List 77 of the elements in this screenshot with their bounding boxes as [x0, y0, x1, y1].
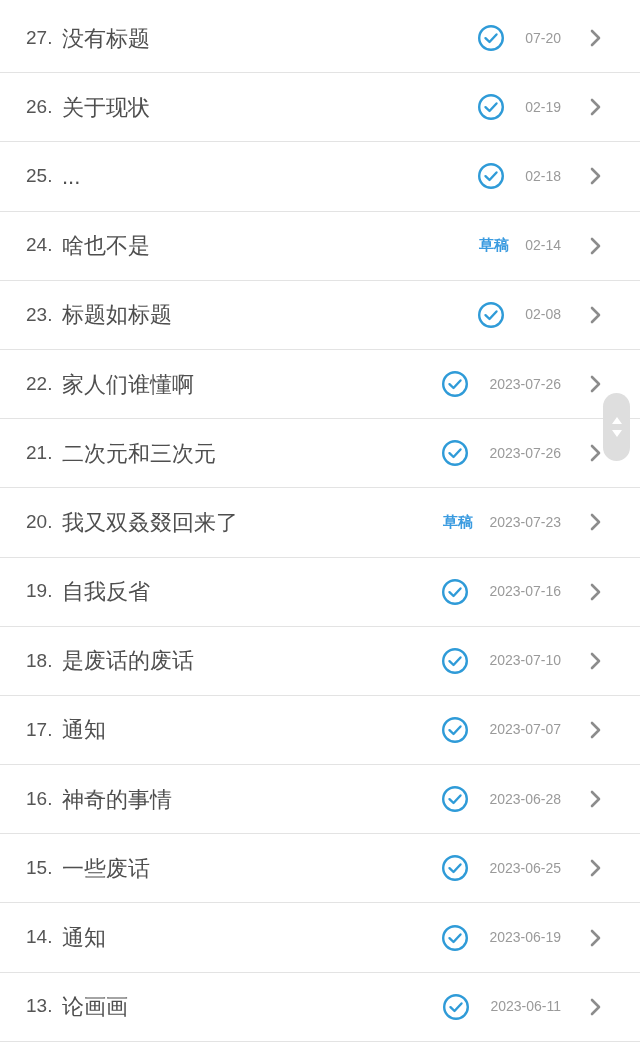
- check-circle-icon: [442, 578, 469, 605]
- draft-label: 草稿: [443, 512, 474, 533]
- chevron-right-icon[interactable]: [590, 720, 601, 739]
- chevron-right-icon[interactable]: [590, 513, 601, 532]
- article-title: 通知: [62, 924, 107, 953]
- date-text: 2023-07-10: [489, 651, 561, 671]
- chevron-right-icon[interactable]: [590, 375, 601, 394]
- article-title: 神奇的事情: [62, 785, 173, 814]
- article-title: 是废话的废话: [62, 647, 195, 676]
- check-circle-icon: [478, 25, 505, 52]
- item-number: 21.: [26, 440, 54, 465]
- chevron-right-icon[interactable]: [590, 29, 601, 48]
- date-text: 2023-06-28: [489, 789, 561, 809]
- check-circle-icon: [442, 647, 469, 674]
- article-title: 一些废话: [62, 854, 151, 883]
- check-circle-icon: [442, 855, 469, 882]
- item-number: 13.: [26, 994, 54, 1019]
- article-title: 自我反省: [62, 578, 151, 607]
- check-circle-icon: [478, 163, 505, 190]
- chevron-right-icon[interactable]: [590, 651, 601, 670]
- check-circle-icon: [442, 786, 469, 813]
- date-text: 07-20: [525, 28, 561, 48]
- check-circle-icon: [442, 924, 469, 951]
- date-text: 2023-07-07: [489, 720, 561, 740]
- item-number: 19.: [26, 579, 54, 604]
- item-number: 20.: [26, 510, 54, 535]
- item-number: 18.: [26, 648, 54, 673]
- article-title: 关于现状: [62, 93, 151, 122]
- article-title: 标题如标题: [62, 301, 173, 330]
- date-text: 2023-06-25: [489, 858, 561, 878]
- check-circle-icon: [442, 371, 469, 398]
- chevron-right-icon[interactable]: [590, 997, 601, 1016]
- up-down-arrows-icon: [611, 417, 622, 437]
- date-text: 2023-07-23: [489, 512, 561, 532]
- date-text: 02-18: [525, 166, 561, 186]
- date-text: 2023-07-26: [489, 374, 561, 394]
- scroll-handle[interactable]: [603, 393, 630, 461]
- date-text: 02-14: [525, 236, 561, 256]
- item-number: 26.: [26, 95, 54, 120]
- chevron-right-icon[interactable]: [590, 167, 601, 186]
- article-title: 通知: [62, 716, 107, 745]
- check-circle-icon: [442, 440, 469, 467]
- article-title: ...: [62, 162, 82, 191]
- date-text: 2023-07-26: [489, 443, 561, 463]
- article-title: 没有标题: [62, 24, 151, 53]
- chevron-right-icon[interactable]: [590, 582, 601, 601]
- chevron-right-icon[interactable]: [590, 236, 601, 255]
- item-number: 23.: [26, 302, 54, 327]
- chevron-right-icon[interactable]: [590, 444, 601, 463]
- article-title: 我又双叒叕回来了: [62, 508, 239, 537]
- draft-label: 草稿: [479, 235, 510, 256]
- article-title: 论画画: [62, 993, 129, 1022]
- check-circle-icon: [442, 716, 469, 743]
- article-title: 家人们谁懂啊: [62, 370, 195, 399]
- date-text: 02-08: [525, 305, 561, 325]
- check-circle-icon: [443, 993, 470, 1020]
- chevron-right-icon[interactable]: [590, 859, 601, 878]
- chevron-right-icon[interactable]: [590, 790, 601, 809]
- item-number: 17.: [26, 717, 54, 742]
- item-number: 15.: [26, 856, 54, 881]
- item-number: 16.: [26, 786, 54, 811]
- date-text: 2023-06-19: [489, 928, 561, 948]
- chevron-right-icon[interactable]: [590, 98, 601, 117]
- date-text: 2023-07-16: [489, 582, 561, 602]
- chevron-right-icon[interactable]: [590, 305, 601, 324]
- check-circle-icon: [478, 94, 505, 121]
- chevron-right-icon[interactable]: [590, 928, 601, 947]
- item-number: 24.: [26, 233, 54, 258]
- article-title: 啥也不是: [62, 232, 151, 261]
- item-number: 25.: [26, 164, 54, 189]
- check-circle-icon: [478, 301, 505, 328]
- item-number: 22.: [26, 371, 54, 396]
- article-title: 二次元和三次元: [62, 439, 217, 468]
- date-text: 2023-06-11: [490, 997, 561, 1017]
- item-number: 14.: [26, 925, 54, 950]
- date-text: 02-19: [525, 97, 561, 117]
- item-number: 27.: [26, 25, 54, 50]
